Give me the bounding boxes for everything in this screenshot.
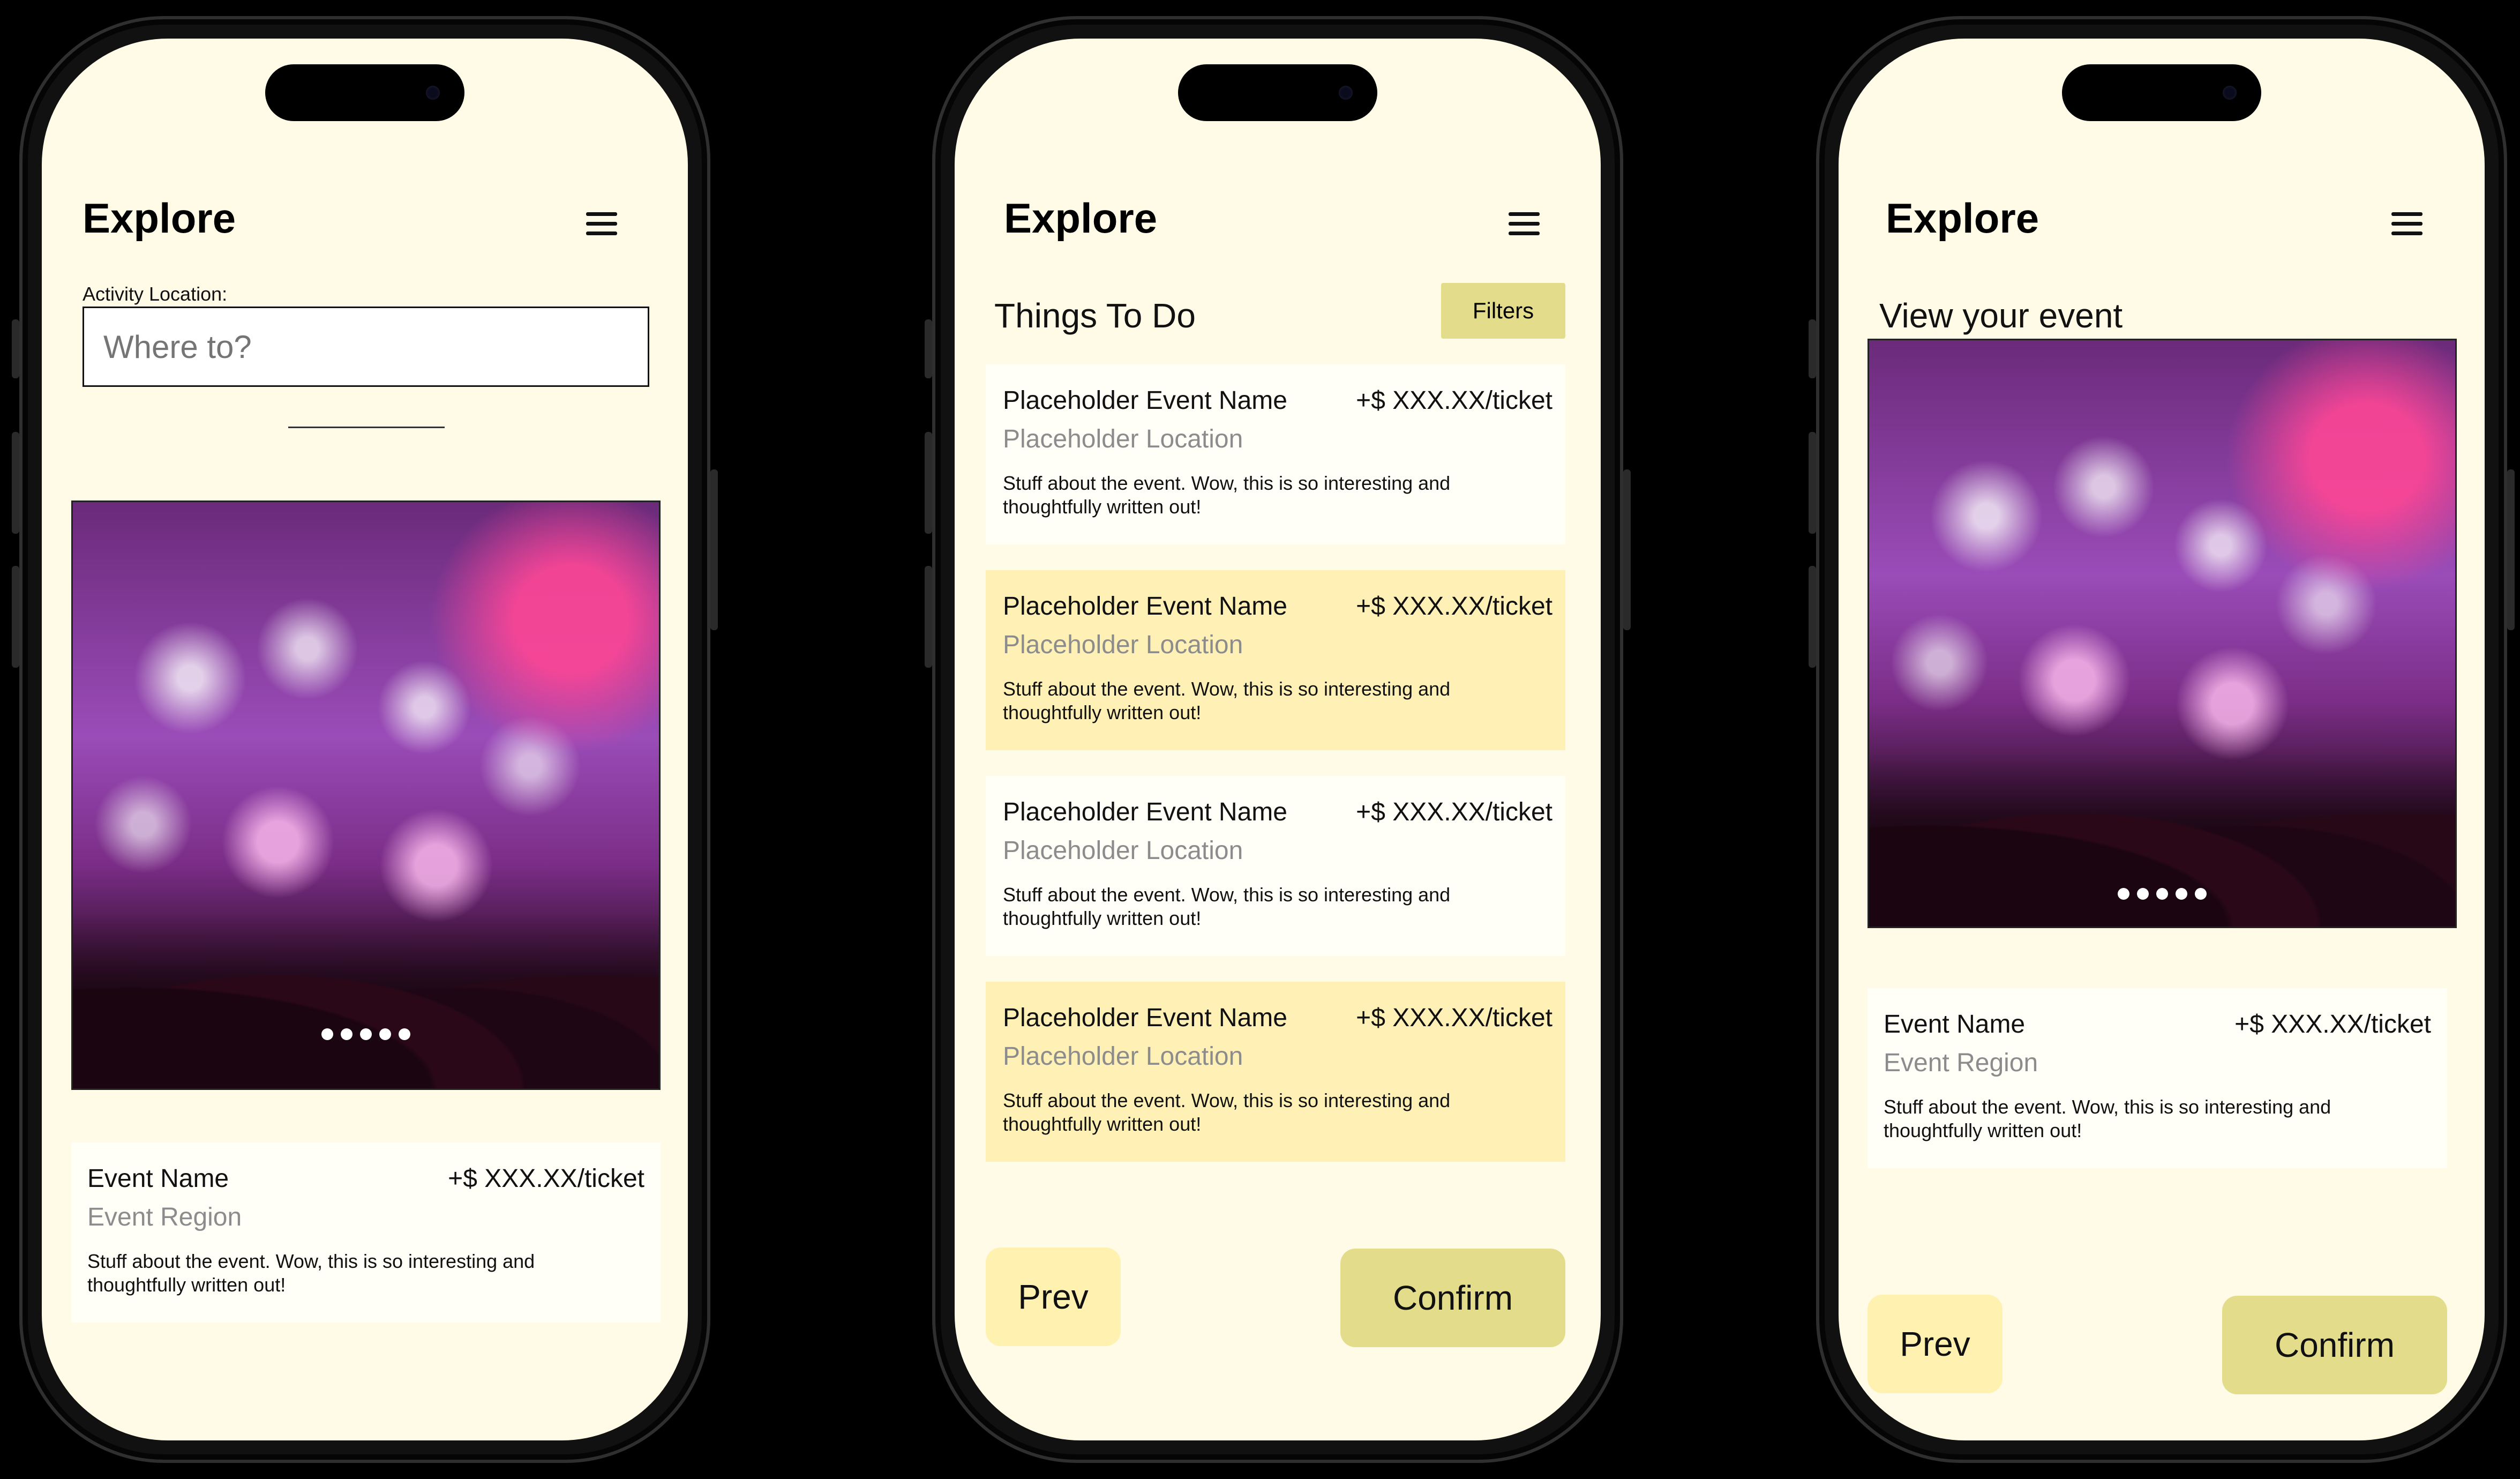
event-name: Event Name xyxy=(87,1164,229,1193)
carousel-dot[interactable] xyxy=(399,1028,410,1040)
divider xyxy=(288,427,445,428)
prev-button[interactable]: Prev xyxy=(1868,1295,2002,1393)
page-title: Explore xyxy=(82,195,236,242)
event-price: +$ XXX.XX/ticket xyxy=(1356,592,1552,621)
camera-icon xyxy=(2223,86,2237,100)
camera-icon xyxy=(1339,86,1353,100)
event-photo[interactable] xyxy=(1868,339,2457,928)
event-location: Placeholder Location xyxy=(1003,631,1243,659)
crowd-silhouette xyxy=(73,912,659,1088)
event-name: Placeholder Event Name xyxy=(1003,592,1287,621)
event-price: +$ XXX.XX/ticket xyxy=(2234,1010,2431,1039)
event-price: +$ XXX.XX/ticket xyxy=(1356,386,1552,415)
event-location: Placeholder Location xyxy=(1003,1042,1243,1071)
event-list-item[interactable]: Placeholder Event Name +$ XXX.XX/ticket … xyxy=(986,364,1565,544)
carousel-dot[interactable] xyxy=(321,1028,333,1040)
event-description: Stuff about the event. Wow, this is so i… xyxy=(1003,678,1451,723)
hamburger-menu-icon[interactable] xyxy=(1509,212,1540,236)
hamburger-menu-icon[interactable] xyxy=(2391,212,2422,236)
event-description: Stuff about the event. Wow, this is so i… xyxy=(1003,1089,1451,1135)
event-list-item[interactable]: Placeholder Event Name +$ XXX.XX/ticket … xyxy=(986,982,1565,1162)
event-region: Event Region xyxy=(1884,1049,2038,1077)
confirm-button[interactable]: Confirm xyxy=(2222,1296,2447,1394)
event-description: Stuff about the event. Wow, this is so i… xyxy=(1003,884,1451,929)
carousel-dot[interactable] xyxy=(2118,888,2129,900)
carousel-dot[interactable] xyxy=(360,1028,372,1040)
event-name: Placeholder Event Name xyxy=(1003,798,1287,826)
event-list-item[interactable]: Placeholder Event Name +$ XXX.XX/ticket … xyxy=(986,570,1565,750)
screen-1: Explore Activity Location: Event Name +$… xyxy=(42,39,688,1440)
section-title: View your event xyxy=(1879,296,2123,335)
filters-button[interactable]: Filters xyxy=(1441,283,1565,339)
carousel-dot[interactable] xyxy=(341,1028,352,1040)
page-title: Explore xyxy=(1886,195,2039,242)
event-photo[interactable] xyxy=(71,501,661,1090)
event-card[interactable]: Event Name +$ XXX.XX/ticket Event Region… xyxy=(1868,988,2447,1168)
screen-3: Explore View your event Event Name +$ XX… xyxy=(1839,39,2485,1440)
event-price: +$ XXX.XX/ticket xyxy=(1356,798,1552,826)
carousel-dot[interactable] xyxy=(2137,888,2149,900)
dynamic-island xyxy=(2062,64,2261,121)
page-title: Explore xyxy=(1004,195,1158,242)
crowd-silhouette xyxy=(1869,750,2455,927)
location-search-input[interactable] xyxy=(82,307,649,387)
event-name: Event Name xyxy=(1884,1010,2026,1039)
screen-2: Explore Things To Do Filters Placeholder… xyxy=(955,39,1601,1440)
event-description: Stuff about the event. Wow, this is so i… xyxy=(1884,1096,2331,1141)
event-region: Event Region xyxy=(87,1203,242,1231)
carousel-dot[interactable] xyxy=(379,1028,391,1040)
prev-button[interactable]: Prev xyxy=(986,1248,1121,1346)
carousel-dot[interactable] xyxy=(2156,888,2168,900)
activity-location-label: Activity Location: xyxy=(82,283,228,305)
dynamic-island xyxy=(265,64,464,121)
carousel-dots[interactable] xyxy=(2118,888,2207,900)
dynamic-island xyxy=(1178,64,1377,121)
event-description: Stuff about the event. Wow, this is so i… xyxy=(1003,472,1451,518)
carousel-dots[interactable] xyxy=(321,1028,410,1040)
camera-icon xyxy=(426,86,440,100)
event-description: Stuff about the event. Wow, this is so i… xyxy=(87,1250,535,1296)
carousel-dot[interactable] xyxy=(2195,888,2207,900)
event-price: +$ XXX.XX/ticket xyxy=(1356,1004,1552,1032)
event-card[interactable]: Event Name +$ XXX.XX/ticket Event Region… xyxy=(71,1142,661,1323)
phone-explore-search: Explore Activity Location: Event Name +$… xyxy=(12,16,718,1463)
event-name: Placeholder Event Name xyxy=(1003,386,1287,415)
phone-things-to-do: Explore Things To Do Filters Placeholder… xyxy=(925,16,1631,1463)
event-price: +$ XXX.XX/ticket xyxy=(448,1164,644,1193)
confirm-button[interactable]: Confirm xyxy=(1340,1249,1565,1347)
section-title: Things To Do xyxy=(994,296,1196,335)
event-name: Placeholder Event Name xyxy=(1003,1004,1287,1032)
carousel-dot[interactable] xyxy=(2176,888,2187,900)
event-location: Placeholder Location xyxy=(1003,425,1243,453)
event-list-item[interactable]: Placeholder Event Name +$ XXX.XX/ticket … xyxy=(986,776,1565,956)
hamburger-menu-icon[interactable] xyxy=(586,212,617,236)
phone-view-event: Explore View your event Event Name +$ XX… xyxy=(1809,16,2515,1463)
event-location: Placeholder Location xyxy=(1003,836,1243,865)
